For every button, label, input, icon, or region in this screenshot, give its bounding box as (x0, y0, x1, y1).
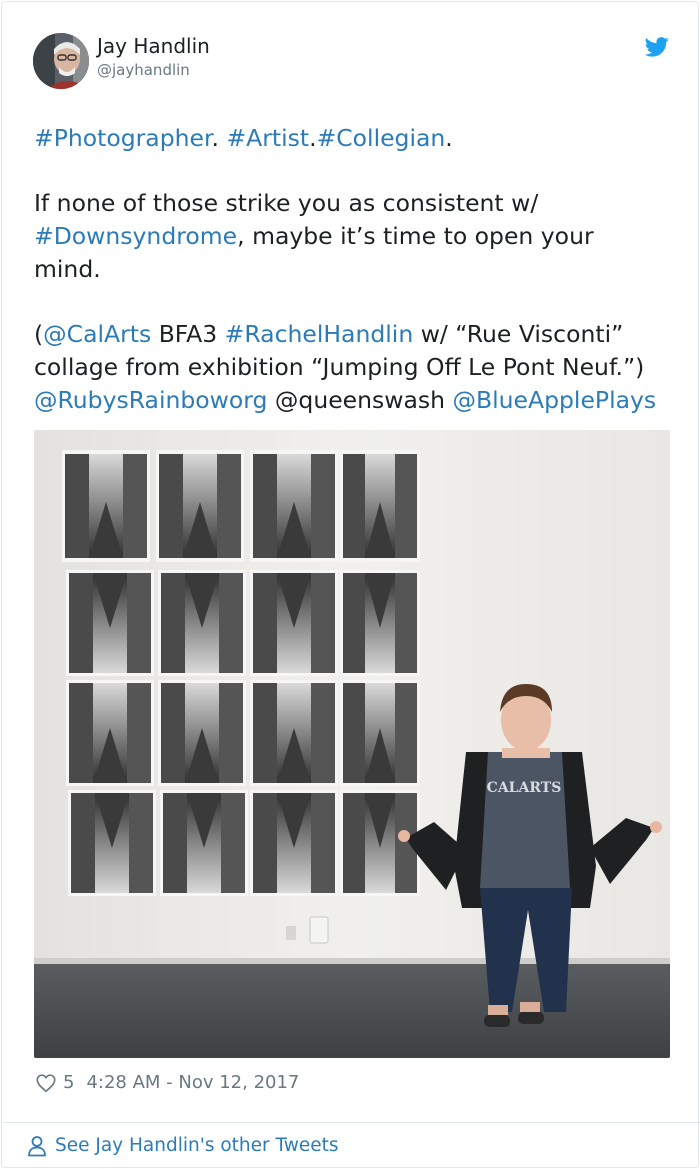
mention-blueappleplays[interactable]: @BlueApplePlays (453, 386, 657, 414)
text-fragment: . (445, 124, 453, 152)
avatar-image (33, 33, 89, 89)
text-fragment: , maybe it’s time to open your (237, 222, 594, 250)
text-fragment: . (211, 124, 227, 152)
hashtag-collegian[interactable]: #Collegian (317, 124, 446, 152)
text-fragment: . (309, 124, 317, 152)
person-icon (28, 1136, 46, 1157)
text-fragment: BFA3 (151, 320, 225, 348)
tweet-line: @RubysRainboworg @queenswash @BlueAppleP… (34, 384, 674, 417)
tweet-text: #Photographer. #Artist.#Collegian. If no… (34, 122, 674, 417)
tweet-line: If none of those strike you as consisten… (34, 189, 539, 217)
twitter-bird-icon[interactable] (645, 37, 669, 57)
hashtag-artist[interactable]: #Artist (226, 124, 309, 152)
hashtag-photographer[interactable]: #Photographer (34, 124, 211, 152)
text-fragment: ( (34, 320, 44, 348)
mention-rubysrainboworg[interactable]: @RubysRainboworg (34, 386, 267, 414)
collage (62, 450, 420, 896)
heart-icon[interactable] (35, 1072, 57, 1094)
svg-text:CALARTS: CALARTS (487, 780, 562, 796)
avatar[interactable] (33, 33, 89, 89)
tweet-card: Jay Handlin @jayhandlin #Photographer. #… (1, 1, 700, 1169)
gallery-photo-illustration: CALARTS (34, 430, 670, 1058)
text-fragment: @queenswash (267, 386, 453, 414)
tweet-timestamp[interactable]: 4:28 AM - Nov 12, 2017 (86, 1070, 299, 1096)
tweet-line: #Downsyndrome, maybe it’s time to open y… (34, 220, 674, 253)
author-name[interactable]: Jay Handlin (97, 33, 210, 59)
tweet-meta: 5 4:28 AM - Nov 12, 2017 (35, 1070, 299, 1096)
other-tweets-label: See Jay Handlin's other Tweets (55, 1135, 339, 1156)
text-fragment: w/ “Rue Visconti” (413, 320, 624, 348)
other-tweets-link[interactable]: See Jay Handlin's other Tweets (27, 1134, 339, 1158)
tweet-footer: See Jay Handlin's other Tweets (3, 1122, 700, 1169)
tweet-line: #Photographer. #Artist.#Collegian. (34, 122, 674, 155)
tweet-line: mind. (34, 255, 101, 283)
tweet-photo[interactable]: CALARTS (34, 430, 670, 1058)
author-handle[interactable]: @jayhandlin (97, 61, 190, 79)
tweet-line: collage from exhibition “Jumping Off Le … (34, 353, 645, 381)
tweet-line: (@CalArts BFA3 #RachelHandlin w/ “Rue Vi… (34, 318, 674, 351)
mention-calarts[interactable]: @CalArts (43, 320, 151, 348)
like-count[interactable]: 5 (63, 1070, 74, 1096)
hashtag-downsyndrome[interactable]: #Downsyndrome (34, 222, 237, 250)
hashtag-rachelhandlin[interactable]: #RachelHandlin (225, 320, 414, 348)
